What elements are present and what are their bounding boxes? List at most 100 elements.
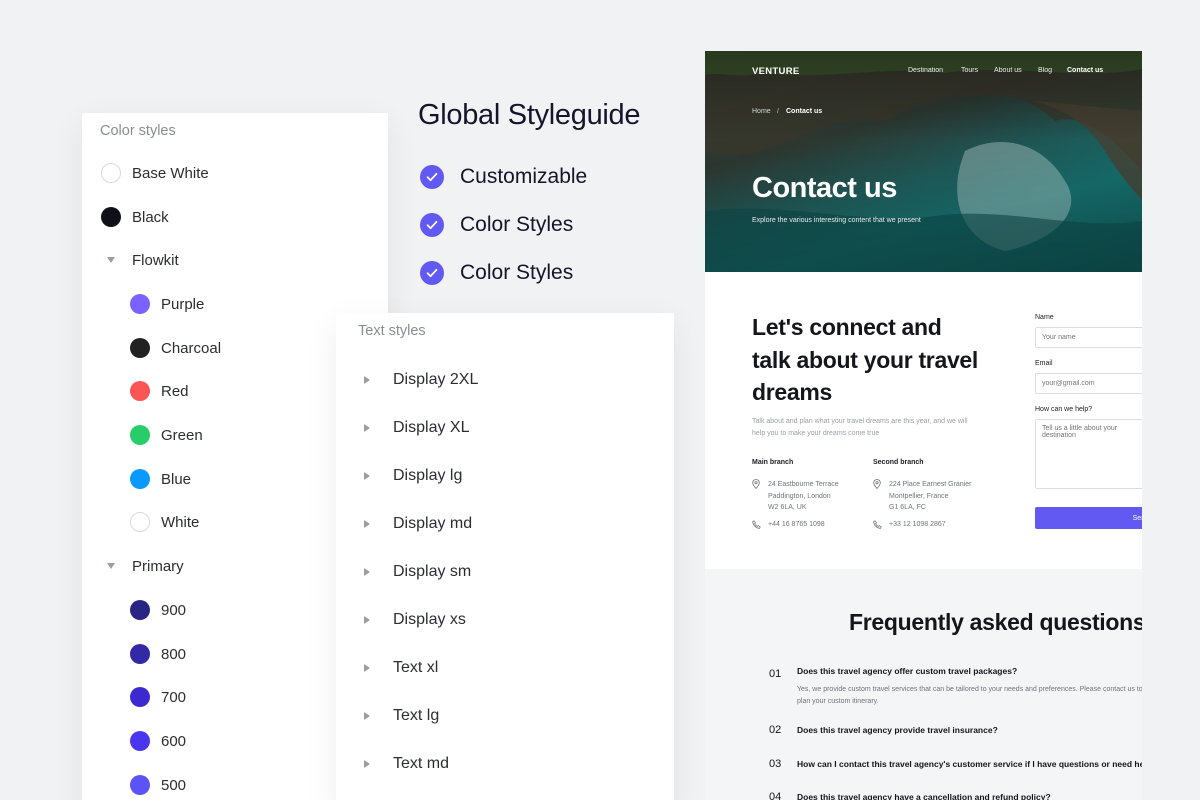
color-style-label: 700 xyxy=(161,688,187,706)
faq-question[interactable]: Does this travel agency offer custom tra… xyxy=(797,666,1017,676)
color-style-700[interactable]: 700 xyxy=(130,685,186,709)
color-style-900[interactable]: 900 xyxy=(130,598,186,622)
help-textarea[interactable] xyxy=(1035,419,1142,489)
color-style-600[interactable]: 600 xyxy=(130,729,186,753)
text-style-label: Text xl xyxy=(393,659,439,676)
address-line: Paddington, London xyxy=(768,492,831,500)
name-label: Name xyxy=(1035,314,1054,321)
color-style-label: White xyxy=(161,513,200,531)
text-style-display-md[interactable]: Display md xyxy=(364,512,472,536)
send-button[interactable]: Send xyxy=(1035,507,1142,529)
faq-answer: Yes, we provide custom travel services t… xyxy=(797,686,1142,705)
text-style-label: Text lg xyxy=(393,707,440,724)
color-style-500[interactable]: 500 xyxy=(130,773,186,797)
branch-phone[interactable]: +44 16 8765 1098 xyxy=(768,521,825,528)
nav-about[interactable]: About us xyxy=(994,67,1022,74)
feature-item: Color Styles xyxy=(420,213,573,237)
email-input[interactable] xyxy=(1035,373,1142,394)
swatch xyxy=(130,644,150,664)
text-style-text-xl[interactable]: Text xl xyxy=(364,656,438,680)
chevron-right-icon xyxy=(364,616,370,624)
text-style-display-sm[interactable]: Display sm xyxy=(364,560,471,584)
color-style-label: 600 xyxy=(161,732,187,750)
color-style-red[interactable]: Red xyxy=(130,379,189,403)
address-line: G1 6LA, FC xyxy=(889,504,926,511)
branch-title: Second branch xyxy=(873,459,924,466)
text-style-display-2xl[interactable]: Display 2XL xyxy=(364,368,478,392)
nav-destination[interactable]: Destination xyxy=(908,67,943,74)
faq-number: 04 xyxy=(769,791,782,800)
nav-blog[interactable]: Blog xyxy=(1038,67,1052,74)
color-style-green[interactable]: Green xyxy=(130,423,203,447)
color-style-label: 800 xyxy=(161,645,187,663)
hero-title: Contact us xyxy=(752,172,897,204)
name-input[interactable] xyxy=(1035,327,1142,348)
color-style-label: Black xyxy=(132,208,169,226)
faq-title: Frequently asked questions xyxy=(849,609,1142,635)
swatch xyxy=(130,600,150,620)
text-styles-panel: Text styles Display 2XL Display XL Displ… xyxy=(336,313,674,800)
site-logo[interactable]: VENTURE xyxy=(752,66,800,77)
faq-question[interactable]: Does this travel agency provide travel i… xyxy=(797,725,998,735)
faq-section: Frequently asked questions 01 Does this … xyxy=(705,569,1142,800)
nav-contact[interactable]: Contact us xyxy=(1067,67,1103,74)
swatch xyxy=(130,338,150,358)
text-style-text-lg[interactable]: Text lg xyxy=(364,704,439,728)
swatch xyxy=(130,469,150,489)
swatch xyxy=(130,775,150,795)
help-label: How can we help? xyxy=(1035,406,1093,413)
hero-overlay xyxy=(705,51,1142,272)
phone-icon xyxy=(873,520,882,529)
color-style-label: Red xyxy=(161,382,189,400)
feature-label: Customizable xyxy=(460,165,588,188)
color-style-purple[interactable]: Purple xyxy=(130,292,204,316)
color-style-charcoal[interactable]: Charcoal xyxy=(130,336,221,360)
branch-address: 24 Eastbourne Terrace Paddington, London… xyxy=(768,479,839,514)
chevron-right-icon xyxy=(364,424,370,432)
color-style-black[interactable]: Black xyxy=(101,205,169,229)
check-circle-icon xyxy=(420,261,444,285)
color-style-base-white[interactable]: Base White xyxy=(101,161,209,185)
hero-section: VENTURE Destination Tours About us Blog … xyxy=(705,51,1142,272)
text-style-display-xl[interactable]: Display XL xyxy=(364,416,469,440)
breadcrumb-home[interactable]: Home xyxy=(752,108,771,115)
chevron-right-icon xyxy=(364,472,370,480)
swatch xyxy=(130,381,150,401)
faq-number: 01 xyxy=(769,668,782,680)
branch-phone[interactable]: +33 12 1098 2867 xyxy=(889,521,946,528)
swatch xyxy=(130,687,150,707)
color-style-label: Charcoal xyxy=(161,339,222,357)
feature-item: Customizable xyxy=(420,165,587,189)
contact-heading: Let's connect and talk about your travel… xyxy=(752,314,979,405)
text-style-label: Display XL xyxy=(393,419,470,436)
breadcrumb-current: Contact us xyxy=(786,108,823,115)
color-style-800[interactable]: 800 xyxy=(130,642,186,666)
text-style-display-lg[interactable]: Display lg xyxy=(364,464,462,488)
color-style-blue[interactable]: Blue xyxy=(130,467,191,491)
swatch xyxy=(130,425,150,445)
swatch xyxy=(130,294,150,314)
faq-question[interactable]: How can I contact this travel agency's c… xyxy=(797,759,1142,769)
branch-address: 224 Place Earnest Granier Montpellier, F… xyxy=(889,479,972,514)
color-style-white[interactable]: White xyxy=(130,510,199,534)
feature-label: Color Styles xyxy=(460,261,574,284)
text-style-label: Display xs xyxy=(393,611,466,628)
faq-question[interactable]: Does this travel agency have a cancellat… xyxy=(797,792,1051,800)
group-primary[interactable]: Primary xyxy=(101,554,184,578)
color-styles-title: Color styles xyxy=(100,123,176,139)
feature-label: Color Styles xyxy=(460,213,574,236)
contact-description: Talk about and plan what your travel dre… xyxy=(752,418,968,437)
nav-tours[interactable]: Tours xyxy=(961,67,978,74)
text-style-label: Display lg xyxy=(393,467,463,484)
location-pin-icon xyxy=(752,479,760,489)
text-style-text-md[interactable]: Text md xyxy=(364,752,449,776)
text-style-label: Display sm xyxy=(393,563,472,580)
text-style-display-xs[interactable]: Display xs xyxy=(364,608,466,632)
group-flowkit[interactable]: Flowkit xyxy=(101,248,179,272)
swatch xyxy=(130,731,150,751)
branch-title: Main branch xyxy=(752,459,794,466)
faq-number: 02 xyxy=(769,724,782,736)
address-line: 24 Eastbourne Terrace xyxy=(768,481,839,488)
chevron-right-icon xyxy=(364,568,370,576)
swatch xyxy=(130,512,150,532)
